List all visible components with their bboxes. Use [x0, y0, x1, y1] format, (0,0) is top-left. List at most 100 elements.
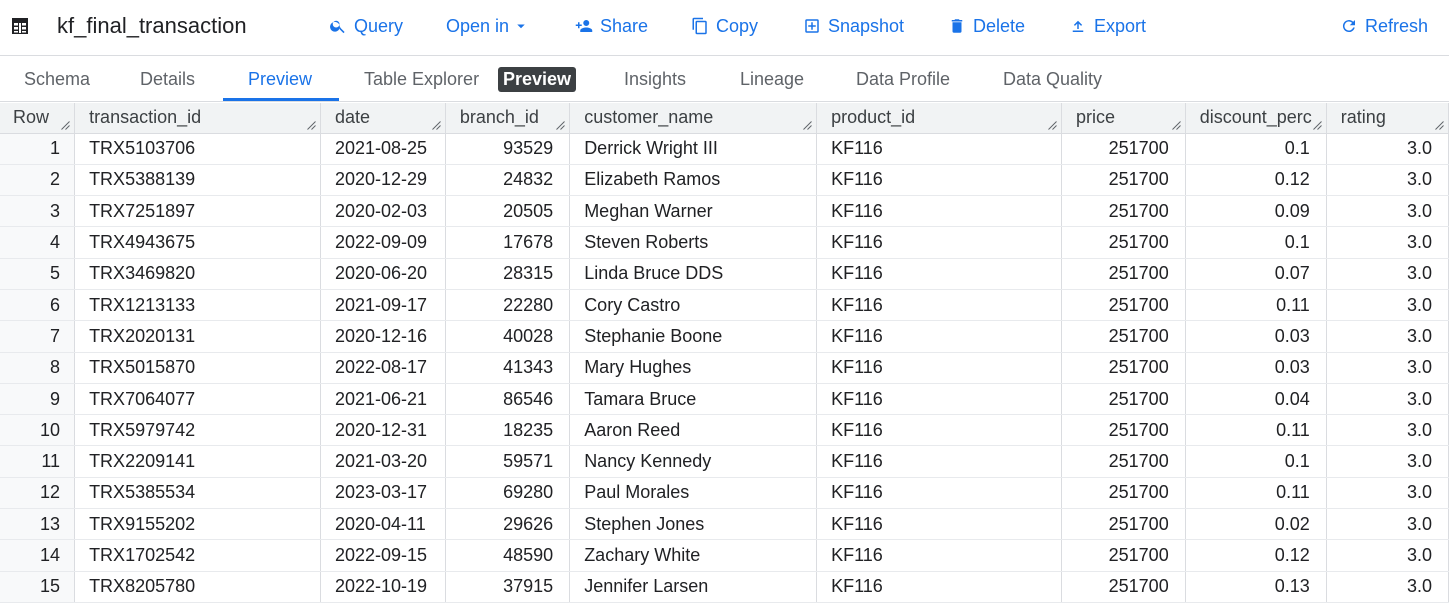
cell-discount-perc[interactable]: 0.1: [1185, 226, 1327, 259]
resize-handle-icon[interactable]: [1312, 120, 1322, 130]
column-header-branch-id[interactable]: branch_id: [445, 103, 571, 134]
resize-handle-icon[interactable]: [61, 120, 70, 130]
column-header-product-id[interactable]: product_id: [816, 103, 1062, 134]
snapshot-button[interactable]: Snapshot: [802, 0, 904, 52]
resize-handle-icon[interactable]: [1048, 120, 1057, 130]
cell-rating[interactable]: 3.0: [1326, 258, 1449, 290]
query-button[interactable]: Query: [328, 0, 403, 52]
column-header-discount-perc[interactable]: discount_perc: [1185, 103, 1327, 134]
cell-product-id[interactable]: KF116: [816, 133, 1062, 165]
cell-transaction-id[interactable]: TRX5015870: [74, 352, 321, 384]
cell-branch-id[interactable]: 24832: [445, 164, 571, 197]
cell-price[interactable]: 251700: [1061, 226, 1186, 259]
cell-rating[interactable]: 3.0: [1326, 539, 1449, 572]
cell-transaction-id[interactable]: TRX7251897: [74, 195, 321, 228]
cell-product-id[interactable]: KF116: [816, 445, 1062, 478]
table-row[interactable]: 6 TRX1213133 2021-09-17 22280 Cory Castro KF1…: [0, 289, 1449, 322]
cell-customer-name[interactable]: Elizabeth Ramos: [569, 164, 818, 197]
cell-price[interactable]: 251700: [1061, 352, 1186, 384]
cell-date[interactable]: 2021-08-25: [320, 133, 446, 165]
cell-product-id[interactable]: KF116: [816, 226, 1062, 259]
cell-date[interactable]: 2020-12-31: [320, 414, 446, 447]
table-row[interactable]: 14 TRX1702542 2022-09-15 48590 Zachary White…: [0, 539, 1449, 572]
cell-discount-perc[interactable]: 0.11: [1185, 477, 1327, 510]
cell-transaction-id[interactable]: TRX5385534: [74, 477, 321, 510]
column-header-price[interactable]: price: [1061, 103, 1186, 134]
cell-rating[interactable]: 3.0: [1326, 164, 1449, 197]
share-button[interactable]: Share: [574, 0, 648, 52]
tab-insights[interactable]: Insights: [624, 57, 686, 102]
cell-customer-name[interactable]: Jennifer Larsen: [569, 571, 818, 603]
cell-transaction-id[interactable]: TRX4943675: [74, 226, 321, 259]
table-row[interactable]: 12 TRX5385534 2023-03-17 69280 Paul Morales K…: [0, 477, 1449, 510]
cell-customer-name[interactable]: Nancy Kennedy: [569, 445, 818, 478]
cell-date[interactable]: 2020-06-20: [320, 258, 446, 290]
cell-transaction-id[interactable]: TRX2020131: [74, 320, 321, 353]
tab-preview[interactable]: Preview: [248, 57, 312, 102]
column-header-rating[interactable]: rating: [1326, 103, 1449, 134]
cell-customer-name[interactable]: Cory Castro: [569, 289, 818, 322]
cell-product-id[interactable]: KF116: [816, 289, 1062, 322]
cell-branch-id[interactable]: 69280: [445, 477, 571, 510]
cell-product-id[interactable]: KF116: [816, 414, 1062, 447]
cell-product-id[interactable]: KF116: [816, 571, 1062, 603]
cell-price[interactable]: 251700: [1061, 133, 1186, 165]
cell-rating[interactable]: 3.0: [1326, 571, 1449, 603]
cell-product-id[interactable]: KF116: [816, 164, 1062, 197]
cell-product-id[interactable]: KF116: [816, 320, 1062, 353]
cell-customer-name[interactable]: Stephen Jones: [569, 508, 818, 541]
column-header-customer-name[interactable]: customer_name: [569, 103, 818, 134]
resize-handle-icon[interactable]: [556, 120, 566, 130]
cell-transaction-id[interactable]: TRX1213133: [74, 289, 321, 322]
cell-branch-id[interactable]: 18235: [445, 414, 571, 447]
cell-transaction-id[interactable]: TRX5103706: [74, 133, 321, 165]
cell-rating[interactable]: 3.0: [1326, 477, 1449, 510]
cell-branch-id[interactable]: 17678: [445, 226, 571, 259]
cell-discount-perc[interactable]: 0.02: [1185, 508, 1327, 541]
cell-price[interactable]: 251700: [1061, 414, 1186, 447]
cell-rating[interactable]: 3.0: [1326, 414, 1449, 447]
cell-date[interactable]: 2022-08-17: [320, 352, 446, 384]
cell-price[interactable]: 251700: [1061, 195, 1186, 228]
cell-transaction-id[interactable]: TRX8205780: [74, 571, 321, 603]
cell-transaction-id[interactable]: TRX3469820: [74, 258, 321, 290]
tab-data-quality[interactable]: Data Quality: [1003, 57, 1102, 102]
cell-discount-perc[interactable]: 0.03: [1185, 320, 1327, 353]
cell-customer-name[interactable]: Tamara Bruce: [569, 383, 818, 416]
cell-branch-id[interactable]: 28315: [445, 258, 571, 290]
table-row[interactable]: 10 TRX5979742 2020-12-31 18235 Aaron Reed KF1…: [0, 414, 1449, 447]
cell-product-id[interactable]: KF116: [816, 195, 1062, 228]
cell-customer-name[interactable]: Derrick Wright III: [569, 133, 818, 165]
table-row[interactable]: 9 TRX7064077 2021-06-21 86546 Tamara Bruce KF…: [0, 383, 1449, 416]
cell-price[interactable]: 251700: [1061, 289, 1186, 322]
cell-discount-perc[interactable]: 0.04: [1185, 383, 1327, 416]
resize-handle-icon[interactable]: [1435, 120, 1444, 130]
table-row[interactable]: 15 TRX8205780 2022-10-19 37915 Jennifer Lars…: [0, 571, 1449, 603]
cell-date[interactable]: 2020-12-29: [320, 164, 446, 197]
cell-branch-id[interactable]: 40028: [445, 320, 571, 353]
column-header-date[interactable]: date: [320, 103, 446, 134]
table-row[interactable]: 3 TRX7251897 2020-02-03 20505 Meghan Warner K…: [0, 195, 1449, 228]
cell-branch-id[interactable]: 41343: [445, 352, 571, 384]
cell-product-id[interactable]: KF116: [816, 383, 1062, 416]
cell-discount-perc[interactable]: 0.11: [1185, 289, 1327, 322]
cell-customer-name[interactable]: Stephanie Boone: [569, 320, 818, 353]
cell-transaction-id[interactable]: TRX2209141: [74, 445, 321, 478]
tab-details[interactable]: Details: [140, 57, 195, 102]
cell-date[interactable]: 2022-09-15: [320, 539, 446, 572]
refresh-button[interactable]: Refresh: [1339, 0, 1428, 52]
cell-rating[interactable]: 3.0: [1326, 508, 1449, 541]
cell-rating[interactable]: 3.0: [1326, 320, 1449, 353]
cell-customer-name[interactable]: Steven Roberts: [569, 226, 818, 259]
cell-rating[interactable]: 3.0: [1326, 383, 1449, 416]
table-row[interactable]: 13 TRX9155202 2020-04-11 29626 Stephen Jones…: [0, 508, 1449, 541]
cell-branch-id[interactable]: 22280: [445, 289, 571, 322]
cell-price[interactable]: 251700: [1061, 383, 1186, 416]
cell-price[interactable]: 251700: [1061, 539, 1186, 572]
cell-price[interactable]: 251700: [1061, 258, 1186, 290]
table-row[interactable]: 11 TRX2209141 2021-03-20 59571 Nancy Kennedy…: [0, 445, 1449, 478]
column-header-transaction-id[interactable]: transaction_id: [74, 103, 321, 134]
cell-discount-perc[interactable]: 0.12: [1185, 539, 1327, 572]
table-row[interactable]: 2 TRX5388139 2020-12-29 24832 Elizabeth Ramo…: [0, 164, 1449, 197]
cell-discount-perc[interactable]: 0.1: [1185, 445, 1327, 478]
